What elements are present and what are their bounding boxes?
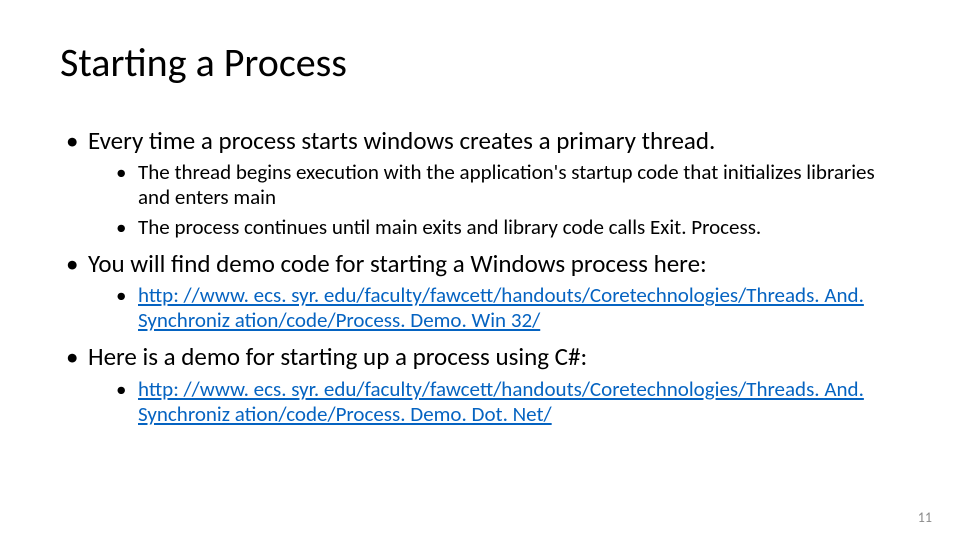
bullet-list: Every time a process starts windows crea…: [60, 125, 900, 427]
sublist-primary-thread: The thread begins execution with the app…: [88, 160, 900, 240]
sublist-demo-windows: http: //www. ecs. syr. edu/faculty/fawce…: [88, 283, 900, 333]
slide: Starting a Process Every time a process …: [0, 0, 960, 540]
bullet-demo-windows: You will find demo code for starting a W…: [60, 248, 900, 334]
bullet-demo-csharp: Here is a demo for starting up a process…: [60, 341, 900, 427]
page-number: 11: [918, 509, 932, 526]
bullet-text: Here is a demo for starting up a process…: [88, 341, 587, 372]
sublist-demo-csharp: http: //www. ecs. syr. edu/faculty/fawce…: [88, 377, 900, 427]
subbullet-text: The thread begins execution with the app…: [138, 159, 875, 210]
bullet-primary-thread: Every time a process starts windows crea…: [60, 125, 900, 240]
subbullet-text: The process continues until main exits a…: [138, 214, 761, 240]
subbullet-exit-process: The process continues until main exits a…: [88, 215, 900, 240]
subbullet-startup-code: The thread begins execution with the app…: [88, 160, 900, 210]
subbullet-link-win32: http: //www. ecs. syr. edu/faculty/fawce…: [88, 283, 900, 333]
link-dotnet[interactable]: http: //www. ecs. syr. edu/faculty/fawce…: [138, 376, 864, 427]
bullet-text: You will find demo code for starting a W…: [88, 248, 707, 279]
bullet-text: Every time a process starts windows crea…: [88, 125, 715, 156]
slide-title: Starting a Process: [60, 38, 900, 87]
subbullet-link-dotnet: http: //www. ecs. syr. edu/faculty/fawce…: [88, 377, 900, 427]
link-win32[interactable]: http: //www. ecs. syr. edu/faculty/fawce…: [138, 282, 864, 333]
